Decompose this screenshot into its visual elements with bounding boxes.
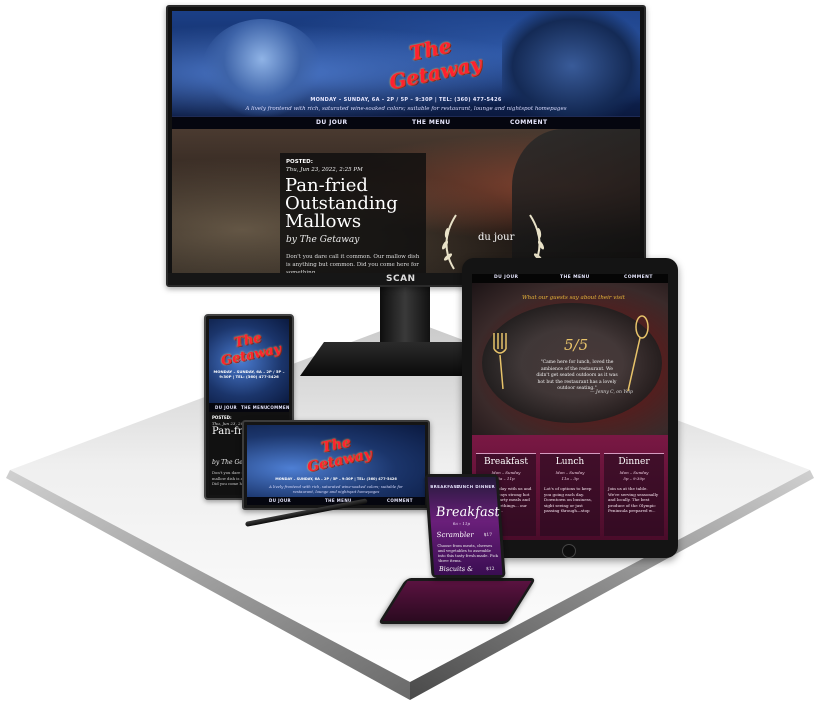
- main-nav: DU JOUR THE MENU COMMENT: [172, 116, 640, 130]
- mobile-posted-label: POSTED:: [212, 415, 232, 420]
- menu-section-title: Breakfast: [435, 505, 501, 520]
- tablet-nav-du-jour[interactable]: DU JOUR: [494, 275, 518, 280]
- post-title[interactable]: Pan-fried Outstanding Mallows: [285, 177, 425, 231]
- device-mockup-scene: The Getaway MONDAY – SUNDAY, 6A – 2P / 5…: [0, 0, 820, 704]
- fork-icon: [493, 333, 507, 390]
- nav-the-menu[interactable]: THE MENU: [412, 119, 450, 126]
- tablet-nav-the-menu[interactable]: THE MENU: [560, 275, 590, 280]
- review-score: 5/5: [564, 336, 589, 354]
- foldable-nav-lunch[interactable]: LUNCH: [456, 484, 474, 489]
- foldable-phone: BREAKFAST LUNCH DINNER Breakfast 6a – 11…: [374, 474, 537, 624]
- meal-card-dinner[interactable]: Dinner Mon – Sunday 5p – 9:30p Join us a…: [604, 453, 664, 536]
- menu-section-hours: 6a – 11p: [452, 521, 471, 526]
- monitor-stand-neck: [380, 283, 430, 343]
- mobile-hero: The Getaway MONDAY – SUNDAY, 6A – 2P / 5…: [209, 319, 289, 403]
- post-card[interactable]: POSTED: Thu, Jun 23, 2022, 2:25 PM Pan-f…: [280, 153, 426, 273]
- mobile-logo-text: The Getaway: [219, 330, 283, 370]
- hero-photo-diners: [502, 11, 640, 121]
- monitor-screen: The Getaway MONDAY – SUNDAY, 6A – 2P / 5…: [172, 11, 640, 273]
- site-logo[interactable]: The Getaway: [386, 33, 484, 94]
- post-excerpt: Don't you dare call it common. Our mallo…: [286, 254, 420, 273]
- foldable-lower-screen: [382, 581, 532, 621]
- tablet-home-button[interactable]: [562, 544, 576, 558]
- meal-days: Mon – Sunday: [555, 470, 585, 475]
- meal-name: Breakfast: [484, 457, 528, 467]
- nav-comment[interactable]: COMMENT: [510, 119, 547, 126]
- mobile-nav-the-menu[interactable]: THE MENU: [241, 405, 268, 410]
- landscape-logo[interactable]: The Getaway: [305, 434, 374, 475]
- landscape-logo-text: The Getaway: [305, 434, 374, 476]
- mobile-nav: DU JOUR THE MENU COMMENT: [209, 403, 289, 412]
- foldable-upper-half: BREAKFAST LUNCH DINNER Breakfast 6a – 11…: [424, 474, 506, 578]
- hours-bar: MONDAY – SUNDAY, 6A – 2P / 5P – 9:30P | …: [310, 97, 502, 103]
- dish-price: $12: [485, 567, 495, 572]
- meal-hours: 5p – 9:30p: [623, 476, 645, 481]
- dish-description: Choose from meats, cheeses and vegetable…: [437, 543, 499, 563]
- tablet-nav: DU JOUR THE MENU COMMENT: [472, 274, 668, 283]
- meal-name: Lunch: [555, 457, 585, 467]
- dish-price: $17: [483, 533, 493, 538]
- review-section: What our guests say about their visit 5/…: [472, 283, 668, 435]
- monitor-brand-logo: SCAN: [386, 274, 416, 284]
- mobile-nav-du-jour[interactable]: DU JOUR: [215, 405, 237, 410]
- posted-label: POSTED:: [286, 159, 313, 165]
- spoon-icon: [627, 315, 649, 392]
- meal-desc: Lot's of options to keep you going each …: [544, 486, 592, 513]
- meal-desc: Join us at the table. We're serving seas…: [608, 486, 659, 513]
- mobile-hours: MONDAY – SUNDAY, 6A – 2P / 5P – 9:30P | …: [213, 369, 285, 379]
- review-quote: "Came here for lunch, loved the ambience…: [536, 360, 618, 391]
- mobile-nav-comment[interactable]: COMMENT: [267, 405, 289, 410]
- mobile-logo[interactable]: The Getaway: [219, 330, 283, 369]
- tablet-nav-comment[interactable]: COMMENT: [624, 275, 653, 280]
- post-date: Thu, Jun 23, 2022, 2:25 PM: [286, 167, 363, 173]
- logo-text: The Getaway: [387, 33, 484, 95]
- meal-card-lunch[interactable]: Lunch Mon – Sunday 11a – 3p Lot's of opt…: [540, 453, 600, 536]
- foldable-nav-dinner[interactable]: DINNER: [475, 484, 495, 489]
- dish-name: Scrambler: [436, 531, 475, 539]
- meal-hours: 11a – 3p: [561, 476, 579, 481]
- featured-section: POSTED: Thu, Jun 23, 2022, 2:25 PM Pan-f…: [172, 129, 640, 273]
- dish-name: Biscuits &: [438, 565, 474, 573]
- site-tagline: A lively frontend with rich, saturated w…: [245, 106, 567, 112]
- review-heading: What our guests say about their visit: [522, 295, 625, 301]
- foldable-nav: BREAKFAST LUNCH DINNER: [428, 483, 497, 491]
- desktop-monitor: The Getaway MONDAY – SUNDAY, 6A – 2P / 5…: [166, 5, 646, 287]
- landscape-nav-du-jour[interactable]: DU JOUR: [269, 498, 291, 503]
- nav-du-jour[interactable]: DU JOUR: [316, 119, 348, 126]
- du-jour-label: du jour: [478, 232, 515, 243]
- meal-name: Dinner: [618, 457, 650, 467]
- meal-days: Mon – Sunday: [619, 470, 649, 475]
- foldable-upper-screen: BREAKFAST LUNCH DINNER Breakfast 6a – 11…: [427, 477, 503, 575]
- post-byline: by The Getaway: [286, 235, 360, 245]
- hero-banner: The Getaway MONDAY – SUNDAY, 6A – 2P / 5…: [172, 11, 640, 121]
- hero-photo-person: [202, 19, 322, 119]
